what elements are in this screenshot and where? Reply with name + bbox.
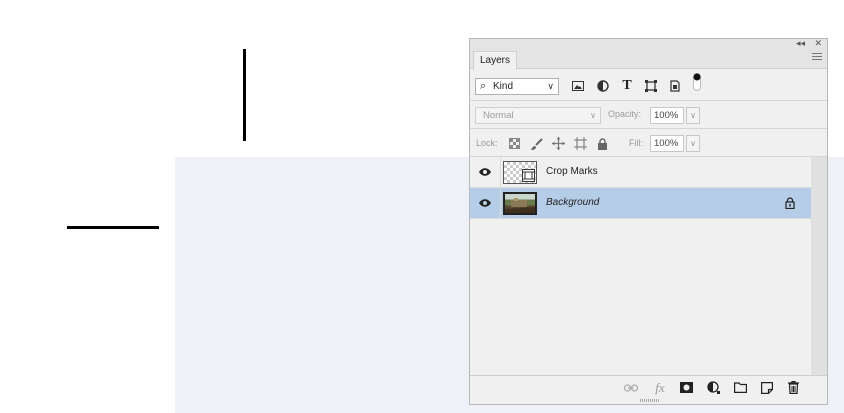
smart-object-filter-icon[interactable] <box>668 79 682 93</box>
panel-menu-icon[interactable] <box>812 53 822 62</box>
new-group-icon[interactable] <box>733 381 747 394</box>
lock-all-icon[interactable] <box>596 137 609 150</box>
visibility-divider <box>500 188 501 219</box>
new-layer-icon[interactable] <box>760 381 774 394</box>
layers-list[interactable]: Crop Marks Background <box>470 157 811 375</box>
fill-chevron-icon[interactable]: ∨ <box>686 135 700 152</box>
crop-mark-vertical <box>243 49 246 141</box>
opacity-chevron-icon[interactable]: ∨ <box>686 107 700 124</box>
layer-name[interactable]: Crop Marks <box>546 166 598 177</box>
kind-filter-select[interactable]: ⌕ Kind ∨ <box>475 78 559 95</box>
lock-pixels-icon[interactable] <box>530 137 543 150</box>
collapse-arrows-icon[interactable]: ◂◂ <box>796 38 805 48</box>
new-adjustment-icon[interactable] <box>706 381 720 394</box>
visibility-divider <box>500 157 501 188</box>
layer-name[interactable]: Background <box>546 197 599 208</box>
layers-scrollbar[interactable] <box>811 157 827 375</box>
lock-transparent-icon[interactable] <box>508 137 521 150</box>
layer-thumbnail[interactable] <box>503 161 537 184</box>
crop-mark-horizontal <box>67 226 159 229</box>
lock-label: Lock: <box>476 138 498 148</box>
photo-thumbnail-image <box>505 198 535 213</box>
blend-mode-select[interactable]: Normal ∨ <box>475 107 601 124</box>
panel-tabs: Layers <box>470 49 827 70</box>
chevron-down-icon: ∨ <box>547 81 554 91</box>
eye-icon[interactable] <box>478 198 492 208</box>
shape-filter-icon[interactable] <box>644 79 658 93</box>
layer-filter-row: ⌕ Kind ∨ T <box>470 69 827 101</box>
opacity-field[interactable]: 100% <box>650 107 684 124</box>
crop-marks-badge-icon <box>522 169 535 182</box>
resize-grip[interactable] <box>640 399 660 402</box>
delete-layer-icon[interactable] <box>786 381 800 394</box>
add-mask-icon[interactable] <box>679 381 693 394</box>
filter-toggle-icon[interactable] <box>690 73 704 91</box>
opacity-label: Opacity: <box>608 109 642 119</box>
pixel-filter-icon[interactable] <box>571 79 585 93</box>
blend-mode-row: Normal ∨ Opacity: 100% ∨ <box>470 101 827 129</box>
search-icon: ⌕ <box>480 80 487 92</box>
layer-thumbnail[interactable] <box>503 192 537 215</box>
panel-footer: fx <box>470 375 827 398</box>
layer-row-crop-marks[interactable]: Crop Marks <box>470 157 811 188</box>
panel-titlebar[interactable]: ◂◂ ✕ <box>470 38 827 49</box>
fill-label: Fill: <box>629 138 643 148</box>
chevron-down-icon: ∨ <box>590 111 596 120</box>
eye-icon[interactable] <box>478 167 492 177</box>
lock-position-icon[interactable] <box>552 137 565 150</box>
lock-icon[interactable] <box>785 197 795 209</box>
adjustment-filter-icon[interactable] <box>596 79 610 93</box>
type-filter-icon[interactable]: T <box>620 78 634 93</box>
fill-field[interactable]: 100% <box>650 135 684 152</box>
lock-row: Lock: Fill: 100% ∨ <box>470 129 827 157</box>
kind-filter-label: Kind <box>493 81 514 92</box>
lock-artboard-icon[interactable] <box>574 137 587 150</box>
link-layers-icon[interactable] <box>624 381 638 394</box>
close-icon[interactable]: ✕ <box>814 38 822 48</box>
blend-mode-value: Normal <box>483 110 514 121</box>
tab-layers[interactable]: Layers <box>473 51 518 70</box>
layers-panel: ◂◂ ✕ Layers ⌕ Kind ∨ T Normal ∨ Opacity:… <box>469 38 828 405</box>
layer-row-background[interactable]: Background <box>470 188 811 219</box>
fx-icon[interactable]: fx <box>653 380 667 395</box>
